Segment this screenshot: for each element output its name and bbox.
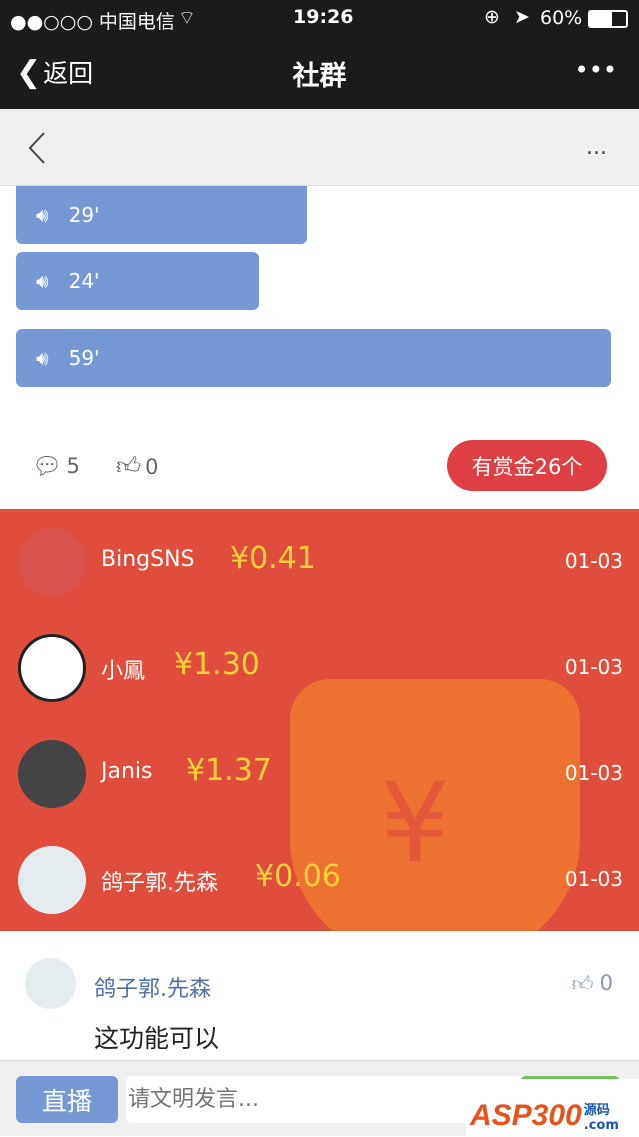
voice-duration: 29' — [68, 203, 100, 227]
input-bar: 直播 ASP300 源码.com — [0, 1060, 639, 1137]
reward-amount: ¥0.41 — [230, 541, 316, 576]
watermark-logo: ASP300 源码 .com — [466, 1079, 639, 1137]
sub-header: ... — [0, 109, 639, 186]
clock: 19:26 — [293, 6, 354, 28]
live-button[interactable]: 直播 — [16, 1076, 118, 1123]
avatar — [18, 528, 86, 596]
like-count: 0 — [145, 454, 159, 479]
speaker-icon: 🔊︎ — [36, 203, 49, 227]
reward-row[interactable]: BingSNS ¥0.41 01-03 — [0, 509, 639, 615]
speaker-icon: 🔊︎ — [36, 269, 49, 293]
comment-like-button[interactable]: 👍︎ 0 — [572, 971, 613, 997]
avatar — [18, 846, 86, 914]
comment-icon: 💬︎ — [32, 452, 63, 480]
back-label: 返回 — [43, 59, 94, 88]
reward-row[interactable]: Janis ¥1.37 01-03 — [0, 721, 639, 827]
comment-text: 这功能可以 — [94, 1024, 220, 1053]
avatar — [18, 634, 86, 702]
reward-date: 01-03 — [564, 549, 623, 573]
voice-duration: 59' — [68, 346, 100, 370]
voice-message[interactable]: 🔊︎ 29' — [16, 186, 307, 244]
speaker-icon: 🔊︎ — [36, 346, 49, 370]
voice-message[interactable]: 🔊︎ 59' — [16, 329, 611, 387]
more-button[interactable]: ... — [586, 135, 607, 160]
reward-row[interactable]: 小鳳 ¥1.30 01-03 — [0, 615, 639, 721]
comment-count-button[interactable]: 💬︎ 5 — [32, 452, 80, 480]
reward-date: 01-03 — [564, 655, 623, 679]
battery-icon — [588, 10, 628, 28]
reward-user-name: Janis — [101, 759, 153, 784]
comment-count: 5 — [66, 454, 80, 478]
reward-user-name: BingSNS — [101, 547, 195, 572]
comment-author[interactable]: 鸽子郭.先森 — [94, 971, 211, 1003]
comment-item: 鸽子郭.先森 👍︎ 0 这功能可以 — [0, 931, 639, 1060]
avatar — [25, 958, 76, 1009]
reward-date: 01-03 — [564, 867, 623, 891]
page-title: 社群 — [292, 61, 347, 92]
back-button[interactable]: ❮ 返回 — [16, 54, 93, 90]
reward-user-name: 小鳳 — [101, 659, 146, 684]
reward-amount: ¥0.06 — [255, 859, 341, 894]
status-bar: ●●○○○ 中国电信 ⌔ 19:26 ⊕ ➤ 60% — [0, 0, 639, 40]
chevron-left-icon[interactable] — [26, 131, 48, 165]
reward-row[interactable]: 鸽子郭.先森 ¥0.06 01-03 — [0, 827, 639, 931]
voice-message[interactable]: 🔊︎ 24' — [16, 252, 259, 310]
voice-duration: 24' — [68, 269, 100, 293]
reward-user-name: 鸽子郭.先森 — [101, 871, 218, 896]
battery-percent: 60% — [540, 7, 583, 29]
wifi-icon: ⌔ — [178, 7, 196, 29]
thumbs-up-icon: 👍︎ — [571, 972, 594, 996]
reward-amount: ¥1.30 — [174, 647, 260, 682]
thumbs-up-icon: 👍︎ — [116, 452, 142, 480]
like-button[interactable]: 👍︎ 0 — [116, 452, 158, 481]
reward-list: ¥ BingSNS ¥0.41 01-03 小鳳 ¥1.30 01-03 Jan… — [0, 509, 639, 931]
location-icon: ➤ — [514, 6, 530, 28]
avatar — [18, 740, 86, 808]
comment-like-count: 0 — [599, 971, 613, 995]
reward-date: 01-03 — [564, 761, 623, 785]
nav-bar: ❮ 返回 社群 ••• — [0, 40, 639, 109]
more-button[interactable]: ••• — [575, 56, 617, 84]
carrier: ●●○○○ 中国电信 — [10, 11, 175, 33]
chevron-left-icon: ❮ — [16, 54, 42, 90]
reward-button[interactable]: 有赏金26个 — [447, 440, 607, 491]
rotation-lock-icon: ⊕ — [484, 6, 500, 28]
reward-amount: ¥1.37 — [186, 753, 272, 788]
